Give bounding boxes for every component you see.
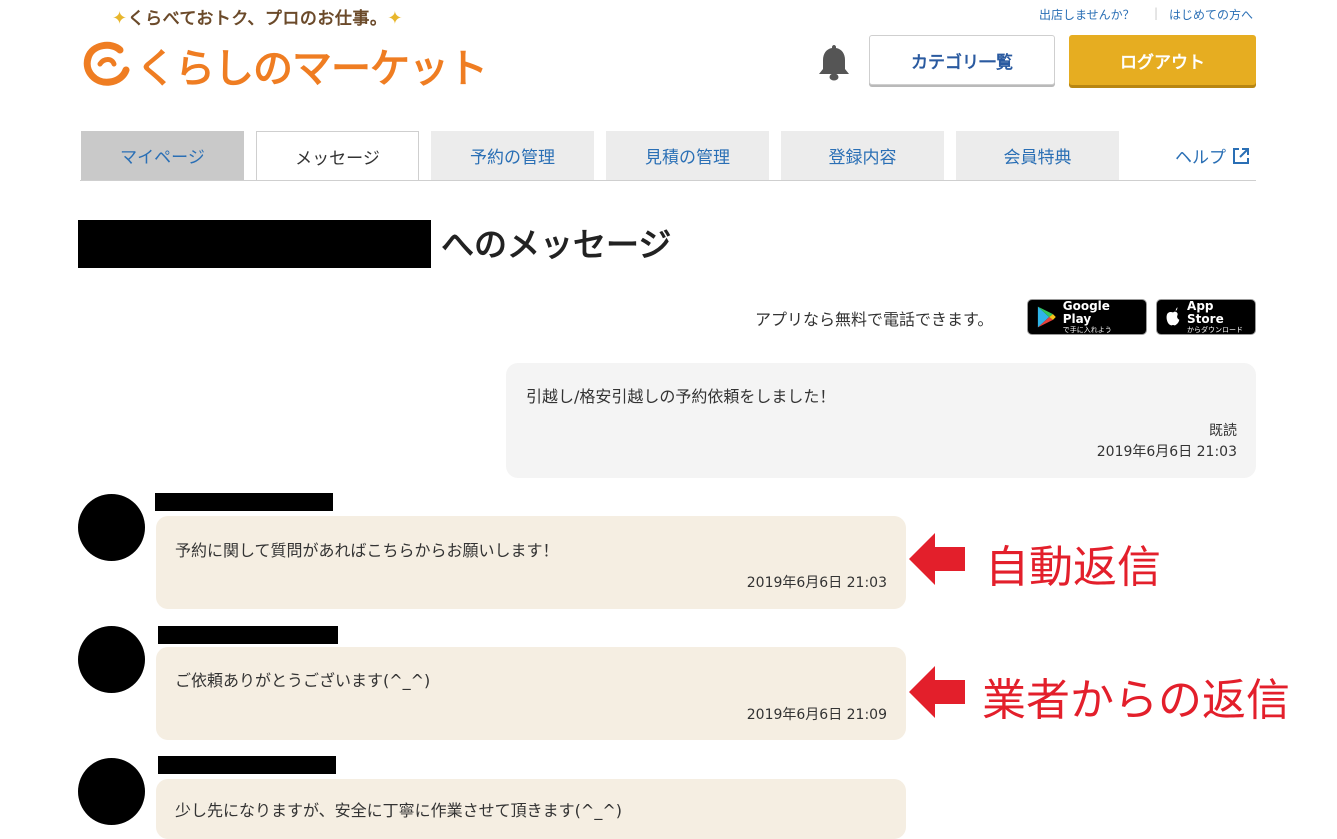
redacted-vendor-name [78, 220, 431, 268]
first-time-link[interactable]: はじめての方へ [1169, 6, 1253, 23]
google-play-badge[interactable]: Google Play で手に入れよう [1027, 299, 1147, 335]
bell-icon[interactable] [815, 42, 853, 82]
arrow-left-icon [909, 666, 965, 718]
sparkle-icon: ✦ [112, 8, 128, 29]
avatar [78, 626, 145, 693]
help-label: ヘルプ [1175, 148, 1226, 168]
tab-messages[interactable]: メッセージ [256, 131, 419, 181]
tab-member-benefits[interactable]: 会員特典 [956, 131, 1119, 180]
google-play-main: Google Play [1062, 299, 1110, 326]
annotation-vendor-reply: 業者からの返信 [982, 675, 1290, 726]
page-title: へのメッセージ [441, 225, 672, 264]
tab-mypage[interactable]: マイページ [81, 131, 244, 180]
redacted-sender-name [158, 756, 336, 774]
apple-icon [1166, 307, 1180, 326]
my-message-bubble: 引越し/格安引越しの予約依頼をしました！ 既読 2019年6月6日 21:03 [506, 363, 1256, 478]
avatar [78, 758, 145, 825]
tab-registration[interactable]: 登録内容 [781, 131, 944, 180]
message-time: 2019年6月6日 21:03 [746, 575, 887, 591]
arrow-left-icon [909, 533, 965, 585]
logo[interactable]: くらしのマーケット [136, 36, 488, 94]
redacted-sender-name [158, 626, 338, 644]
google-play-sub: で手に入れよう [1062, 326, 1112, 334]
google-play-icon [1037, 306, 1056, 328]
message-text: 予約に関して質問があればこちらからお願いします！ [175, 541, 559, 560]
tab-estimates[interactable]: 見積の管理 [606, 131, 769, 180]
logout-button[interactable]: ログアウト [1069, 35, 1256, 85]
external-link-icon [1233, 147, 1249, 164]
logo-tagline: ✦くらべておトク、プロのお仕事。✦ [112, 4, 403, 29]
redacted-sender-name [155, 493, 333, 511]
logo-mark-icon[interactable] [82, 38, 132, 88]
annotation-auto-reply: 自動返信 [985, 542, 1161, 593]
divider: | [1154, 6, 1159, 20]
read-status: 既読 [1209, 423, 1237, 439]
help-link[interactable]: ヘルプ [1175, 143, 1250, 168]
vendor-message-bubble: 少し先になりますが、安全に丁寧に作業させて頂きます(^_^) [156, 779, 906, 839]
sparkle-icon: ✦ [387, 8, 403, 29]
tab-reservations[interactable]: 予約の管理 [431, 131, 594, 180]
message-time: 2019年6月6日 21:03 [1096, 444, 1237, 460]
tab-divider [80, 180, 1256, 181]
app-store-sub: からダウンロード [1187, 326, 1244, 334]
vendor-message-bubble: 予約に関して質問があればこちらからお願いします！ 2019年6月6日 21:03 [156, 516, 906, 609]
avatar [78, 494, 145, 561]
vendor-message-bubble: ご依頼ありがとうございます(^_^) 2019年6月6日 21:09 [156, 647, 906, 740]
seller-link[interactable]: 出店しませんか？ [1039, 6, 1135, 23]
message-text: 引越し/格安引越しの予約依頼をしました！ [526, 387, 836, 406]
app-store-badge[interactable]: App Store からダウンロード [1156, 299, 1256, 335]
message-time: 2019年6月6日 21:09 [746, 707, 887, 723]
category-list-button[interactable]: カテゴリ一覧 [869, 35, 1055, 85]
message-text: 少し先になりますが、安全に丁寧に作業させて頂きます(^_^) [175, 801, 622, 820]
app-promo-text: アプリなら無料で電話できます。 [755, 310, 994, 329]
message-text: ご依頼ありがとうございます(^_^) [175, 671, 431, 690]
app-store-main: App Store [1187, 299, 1224, 326]
tagline-text: くらべておトク、プロのお仕事。 [127, 9, 388, 29]
